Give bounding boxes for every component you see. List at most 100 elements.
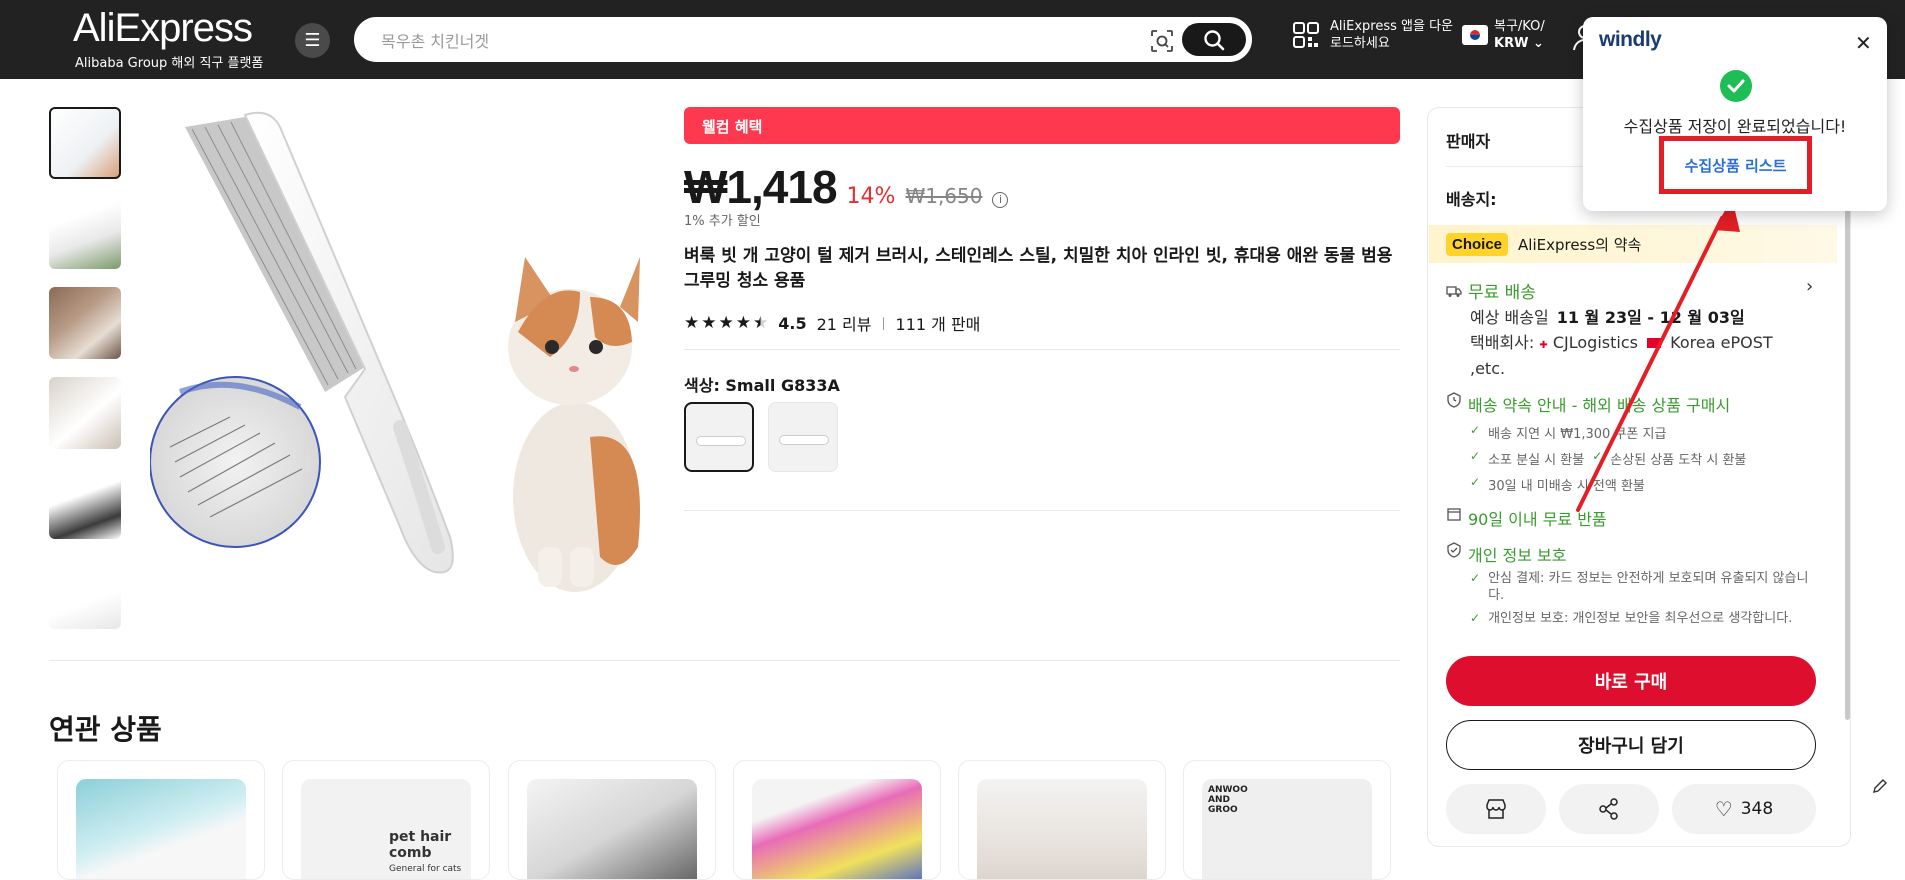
thumbnail-5[interactable] (49, 467, 121, 539)
privacy-protection[interactable]: 개인 정보 보호 (1446, 542, 1567, 566)
product-main-image[interactable] (150, 107, 660, 622)
discount-percent: 14% (846, 184, 896, 209)
color-option-small[interactable] (684, 402, 754, 472)
aliexpress-logo[interactable]: AliExpress Alibaba Group 해외 직구 플랫폼 (73, 6, 263, 71)
app-download[interactable]: AliExpress 앱을 다운로드하세요 (1292, 18, 1460, 52)
related-image: pet hair comb General for cats and dogs (301, 779, 471, 879)
related-card-3[interactable] (508, 760, 716, 880)
review-count[interactable]: 21 리뷰 (817, 311, 872, 335)
rating-row: ★ ★ ★ ★ ★ 4.5 21 리뷰 | 111 개 판매 (684, 311, 980, 335)
search-button[interactable] (1182, 23, 1246, 56)
privacy-item: ✓ 안심 결제: 카드 정보는 안전하게 보호되며 유출되지 않습니다. (1470, 571, 1809, 603)
seller-label[interactable]: 판매자 (1446, 128, 1490, 152)
qr-code-icon (1293, 22, 1319, 48)
check-icon: ✓ (1470, 423, 1481, 437)
pencil-icon (1873, 779, 1887, 793)
related-card-2[interactable]: pet hair comb General for cats and dogs (282, 760, 490, 880)
free-returns-label: 90일 이내 무료 반품 (1468, 510, 1607, 529)
cj-logo-icon: ✚ (1539, 340, 1548, 351)
delivery-promise[interactable]: 배송 약속 안내 - 해외 배송 상품 구매시 (1446, 392, 1730, 416)
privacy-item: ✓ 개인정보 보호: 개인정보 보안을 최우선으로 생각합니다. (1470, 611, 1793, 626)
check-icon: ✓ (1470, 475, 1481, 489)
wishlist-count: 348 (1740, 799, 1774, 819)
related-image (527, 779, 697, 879)
app-download-text: AliExpress 앱을 다운로드하세요 (1330, 19, 1453, 51)
saved-products-link[interactable]: 수집상품 리스트 (1685, 155, 1787, 176)
half-star-icon: ★ (753, 313, 769, 333)
color-label: 색상: Small G833A (684, 376, 840, 395)
promise-item: ✓ 30일 내 미배송 시 전액 환불 (1470, 475, 1645, 494)
purchase-panel: 판매자 배송지: Choice AliExpress의 약속 무료 배송 › 예… (1427, 107, 1851, 847)
chevron-down-icon: ⌄ (1532, 36, 1544, 51)
ship-to-label[interactable]: 배송지: (1446, 186, 1497, 210)
sold-count: 111 개 판매 (895, 315, 981, 334)
related-card-1[interactable] (57, 760, 265, 880)
truck-icon (1446, 285, 1462, 297)
privacy-title: 개인 정보 보호 (1468, 546, 1567, 565)
related-products-title: 연관 상품 (49, 713, 162, 746)
rating-value: 4.5 (778, 313, 807, 333)
free-shipping[interactable]: 무료 배송 (1446, 278, 1536, 303)
thumbnail-6[interactable] (49, 557, 121, 629)
image-search-icon[interactable] (1149, 28, 1175, 54)
welcome-benefit-banner[interactable]: 웰컴 혜택 (684, 107, 1400, 144)
thumbnail-3[interactable] (49, 287, 121, 359)
locale-currency: KRW ⌄ (1494, 36, 1544, 51)
return-box-icon (1447, 508, 1461, 521)
separator: | (881, 316, 886, 330)
share-button[interactable] (1559, 784, 1659, 834)
star-icon: ★ (684, 313, 700, 333)
product-title: 벼룩 빗 개 고양이 털 제거 브러시, 스테인레스 스틸, 치밀한 치아 인라… (684, 246, 1393, 291)
free-returns[interactable]: 90일 이내 무료 반품 (1446, 506, 1607, 530)
logo-subtitle: Alibaba Group 해외 직구 플랫폼 (75, 56, 264, 71)
wishlist-button[interactable]: ♡ 348 (1672, 784, 1816, 834)
star-icon: ★ (718, 313, 734, 333)
related-image (977, 779, 1147, 879)
locale-line1: 복구/KO/ (1494, 19, 1545, 34)
add-to-cart-button[interactable]: 장바구니 담기 (1446, 720, 1816, 770)
windly-logo: windly (1599, 28, 1662, 51)
related-card-4[interactable] (733, 760, 941, 880)
star-icon: ★ (701, 313, 717, 333)
related-card-5[interactable] (958, 760, 1166, 880)
info-icon[interactable]: i (992, 191, 1009, 208)
extra-discount: 1% 추가 할인 (684, 214, 761, 229)
search-bar (354, 17, 1252, 62)
thumbnail-1[interactable] (49, 107, 121, 179)
menu-button[interactable]: ☰ (295, 23, 330, 58)
star-rating: ★ ★ ★ ★ ★ (684, 313, 768, 333)
check-icon: ✓ (1470, 449, 1481, 463)
original-price: ₩1,650 (905, 184, 983, 208)
search-input[interactable] (381, 28, 1161, 54)
carrier-info: 택배회사: ✚ CJLogistics Korea ePOST ,etc. (1470, 333, 1773, 378)
locale-selector[interactable]: 복구/KO/ KRW ⌄ (1462, 18, 1545, 52)
search-icon (1204, 29, 1225, 50)
divider (684, 349, 1400, 350)
store-button[interactable] (1446, 784, 1546, 834)
panel-scrollbar[interactable] (1845, 140, 1850, 720)
thumbnail-2[interactable] (49, 197, 121, 269)
korea-flag-icon (1462, 25, 1488, 45)
free-shipping-label: 무료 배송 (1468, 283, 1536, 303)
related-card-6[interactable]: ANWOO AND GROO (1183, 760, 1391, 880)
logo-text: AliExpress (73, 6, 253, 50)
close-icon[interactable]: ✕ (1855, 31, 1872, 55)
check-icon: ✓ (1470, 571, 1481, 585)
related-card-text: ANWOO AND GROO (1208, 785, 1248, 815)
thumbnail-4[interactable] (49, 377, 121, 449)
estimated-delivery: 예상 배송일 11 월 23일 - 12 월 03일 (1470, 308, 1745, 327)
price-row: ₩1,418 14% ₩1,650 i (684, 160, 1009, 214)
promise-item: ✓ 배송 지연 시 ₩1,300 쿠폰 지급 (1470, 423, 1667, 442)
color-option-large[interactable] (768, 402, 838, 472)
edit-button[interactable] (1865, 771, 1895, 801)
divider (684, 510, 1400, 511)
check-icon: ✓ (1470, 611, 1481, 625)
shield-check-icon (1447, 542, 1461, 558)
related-image: ANWOO AND GROO (1202, 779, 1372, 879)
epost-logo-icon (1647, 338, 1662, 348)
chevron-right-icon[interactable]: › (1806, 276, 1813, 297)
popup-message: 수집상품 저장이 완료되었습니다! (1623, 117, 1847, 136)
shield-clock-icon (1447, 392, 1461, 408)
buy-now-button[interactable]: 바로 구매 (1446, 656, 1816, 706)
windly-popup: windly ✕ 수집상품 저장이 완료되었습니다! 수집상품 리스트 (1583, 17, 1887, 211)
